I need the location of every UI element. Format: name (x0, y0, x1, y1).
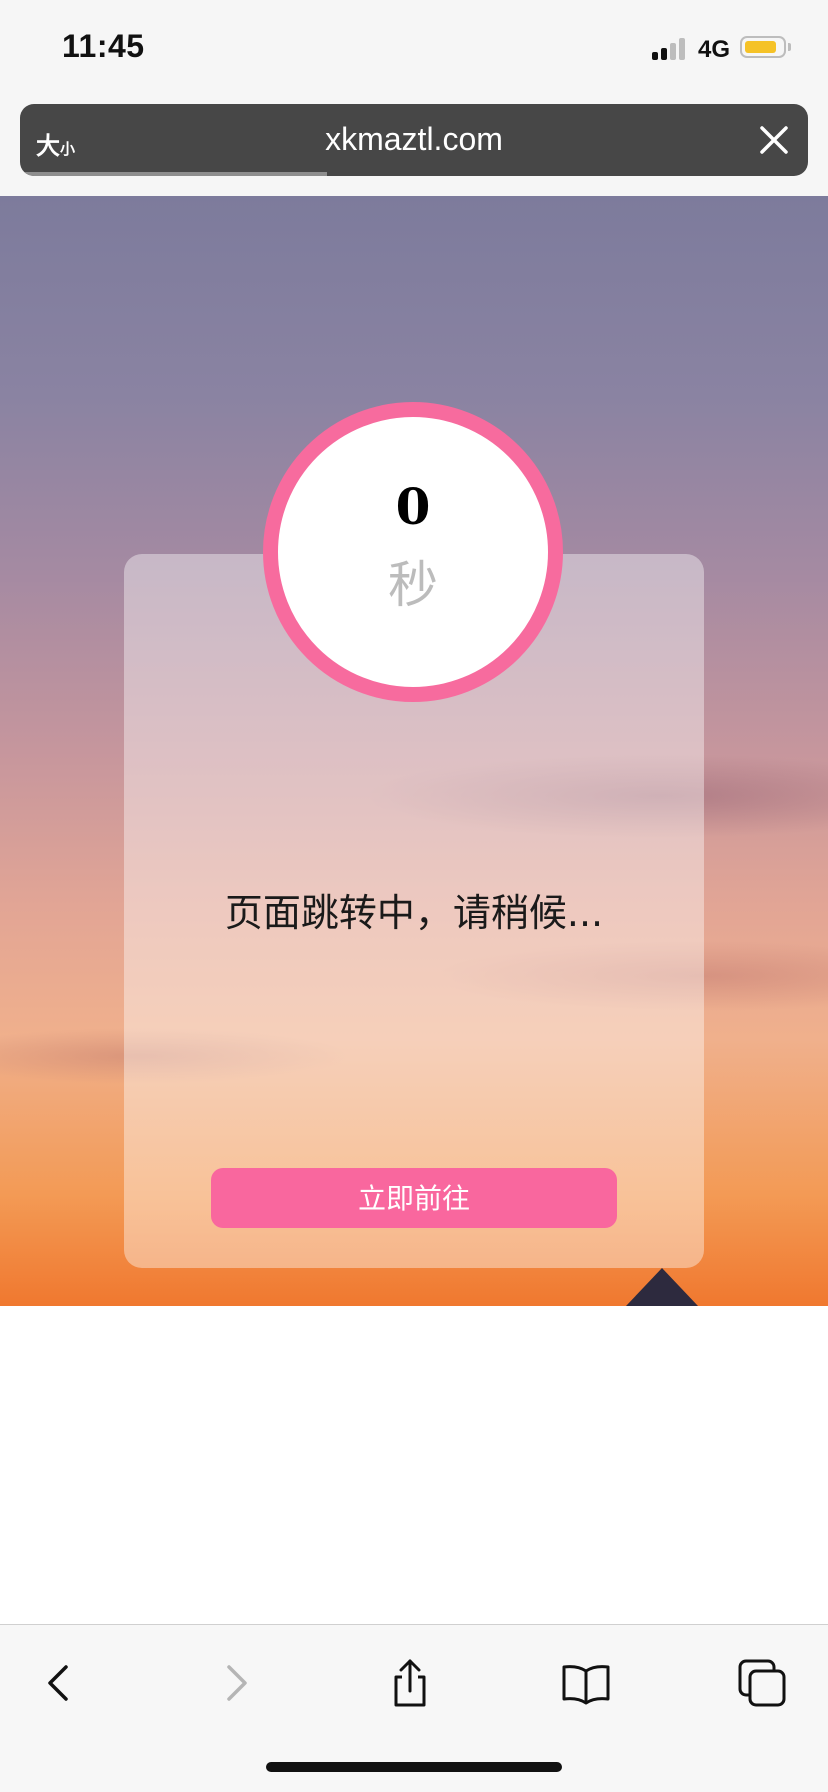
redirect-message: 页面跳转中，请稍候... (224, 891, 604, 935)
close-icon[interactable] (758, 124, 790, 156)
rooftop-silhouette (626, 1268, 698, 1306)
network-type: 4G (698, 36, 731, 63)
home-indicator (266, 1762, 562, 1772)
status-time: 11:45 (62, 28, 145, 64)
go-now-button[interactable]: 立即前往 (211, 1168, 617, 1228)
battery-level (745, 41, 776, 53)
back-icon[interactable] (31, 1655, 87, 1711)
cellular-signal-icon (652, 36, 688, 60)
page-load-progress-fill (20, 172, 328, 176)
countdown-value: 0 (395, 477, 431, 536)
battery-tip (788, 43, 791, 51)
page-load-progress (20, 172, 808, 176)
url-bar[interactable]: 大小 xkmaztl.com (20, 104, 808, 176)
share-icon[interactable] (382, 1655, 438, 1711)
battery-icon (740, 36, 786, 58)
tabs-icon[interactable] (734, 1655, 790, 1711)
countdown-unit: 秒 (388, 556, 438, 614)
bookmarks-icon[interactable] (558, 1655, 614, 1711)
url-text[interactable]: xkmaztl.com (20, 121, 808, 158)
safari-screen: 11:45 4G 大小 xkmaztl.com 0 秒 页面跳转中，请稍候...… (0, 0, 828, 1792)
sunset-background: 0 秒 页面跳转中，请稍候... 立即前往 (0, 196, 828, 1306)
web-content: 0 秒 页面跳转中，请稍候... 立即前往 (0, 196, 828, 1624)
forward-icon[interactable] (208, 1655, 264, 1711)
status-bar: 11:45 4G (0, 0, 828, 100)
countdown-circle: 0 秒 (263, 402, 563, 702)
